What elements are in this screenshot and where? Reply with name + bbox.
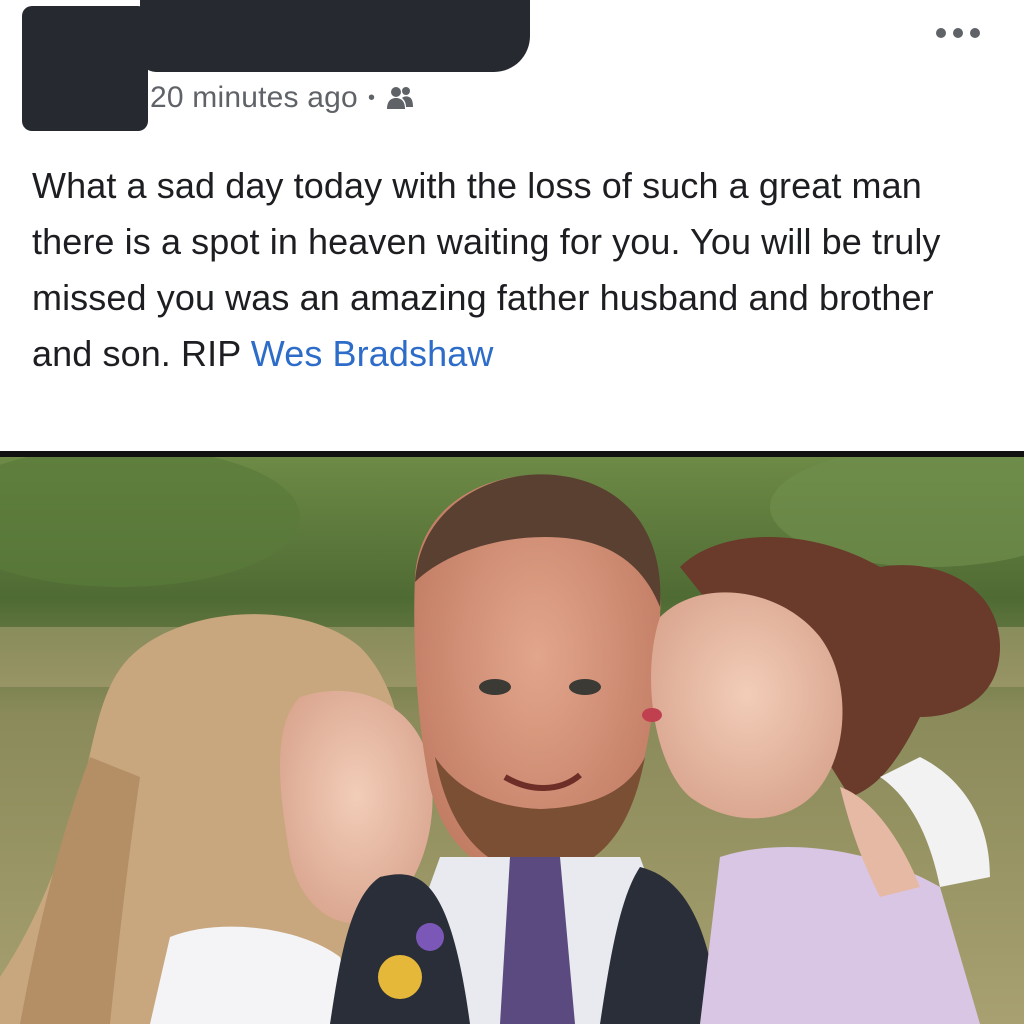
post-body: What a sad day today with the loss of su… xyxy=(32,158,992,382)
more-options-icon[interactable] xyxy=(936,22,980,44)
friends-icon[interactable] xyxy=(385,85,415,111)
redacted-author-name xyxy=(140,0,530,72)
mention-link[interactable]: Wes Bradshaw xyxy=(251,333,494,374)
meta-separator: • xyxy=(367,87,376,109)
more-dot xyxy=(936,28,946,38)
facebook-post: 20 minutes ago • What a sad day today wi… xyxy=(0,0,1024,1024)
redacted-avatar xyxy=(22,6,148,131)
post-meta: 20 minutes ago • xyxy=(150,78,415,118)
post-timestamp[interactable]: 20 minutes ago xyxy=(150,81,358,115)
photo-illustration xyxy=(0,457,1024,1024)
more-dot xyxy=(953,28,963,38)
more-dot xyxy=(970,28,980,38)
post-photo[interactable] xyxy=(0,451,1024,1024)
